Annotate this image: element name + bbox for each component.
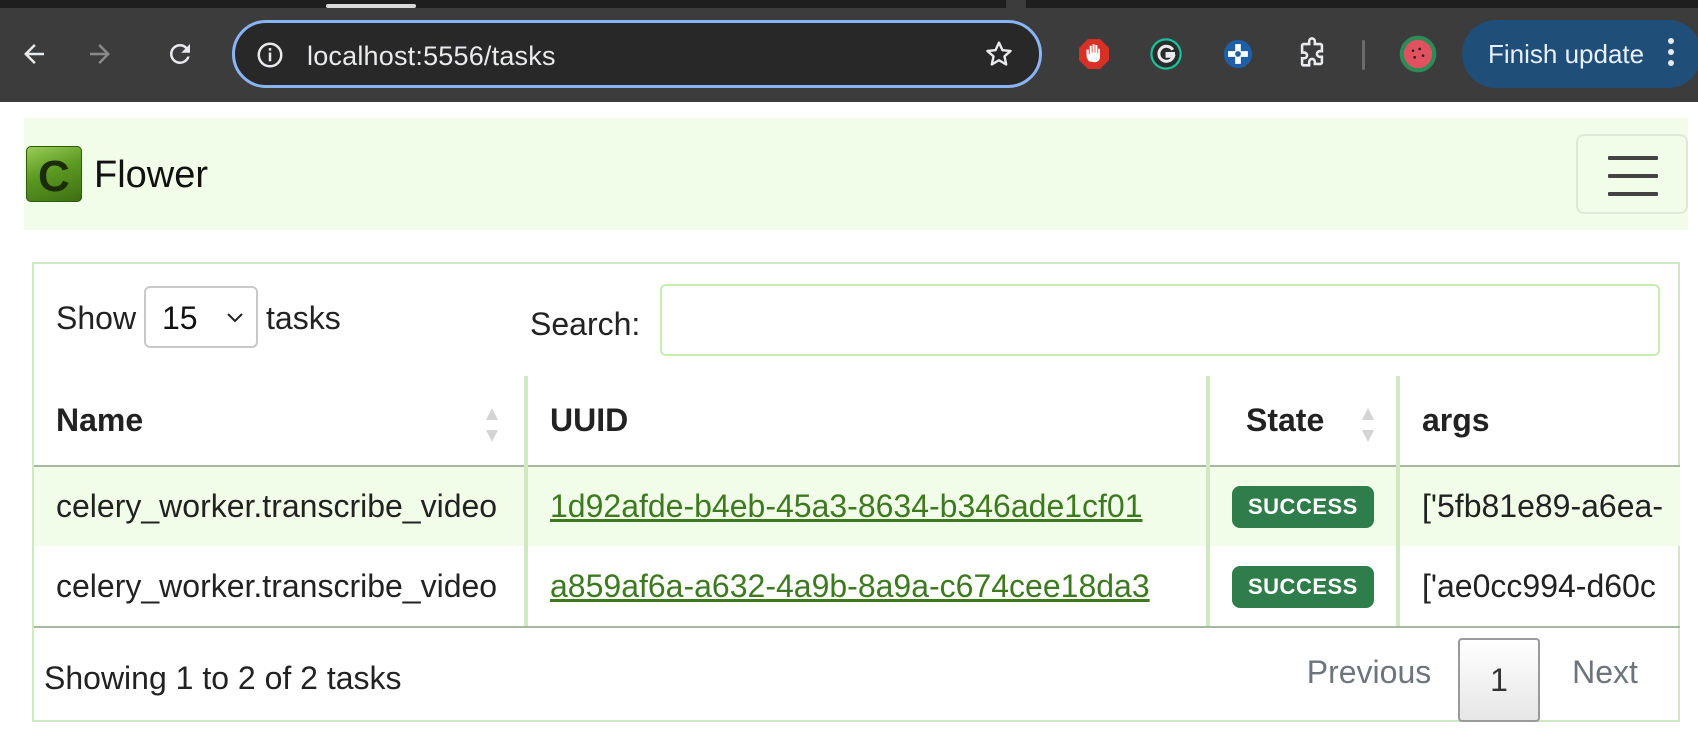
next-page-button[interactable]: Next: [1550, 632, 1660, 712]
task-uuid-link[interactable]: 1d92afde-b4eb-45a3-8634-b346ade1cf01: [550, 488, 1143, 524]
active-tab-indicator: [326, 4, 416, 8]
adblock-extension-icon[interactable]: [1070, 30, 1118, 78]
profile-avatar-icon[interactable]: [1394, 30, 1442, 78]
table-header-row: Name UUID State args: [34, 376, 1680, 467]
back-arrow-icon: [24, 44, 44, 64]
browser-menu-icon[interactable]: [1668, 38, 1678, 72]
navbar-toggle-button[interactable]: [1576, 134, 1688, 214]
chevron-down-icon: [227, 313, 243, 323]
extensions-puzzle-icon[interactable]: [1288, 30, 1336, 78]
table-bottom-border: [34, 626, 1680, 628]
task-name: celery_worker.transcribe_video: [56, 567, 498, 604]
task-args: ['ae0cc994-d60c: [1396, 546, 1680, 626]
address-bar[interactable]: localhost:5556/tasks: [232, 20, 1042, 88]
forward-button[interactable]: [76, 30, 124, 78]
task-name: celery_worker.transcribe_video: [34, 466, 526, 546]
column-header-uuid[interactable]: UUID: [524, 376, 1208, 467]
tab-strip: [0, 0, 1698, 8]
column-header-name[interactable]: Name: [34, 376, 526, 467]
forward-arrow-icon: [90, 44, 110, 64]
page-size-select[interactable]: 15: [144, 286, 258, 348]
navbar: C Flower: [24, 118, 1688, 230]
reload-button[interactable]: [156, 30, 204, 78]
hamburger-icon: [1608, 156, 1658, 160]
status-badge: SUCCESS: [1232, 486, 1374, 528]
tasks-table: Name UUID State args celery_worker.trans…: [34, 376, 1680, 626]
column-header-args[interactable]: args: [1396, 376, 1680, 467]
page-1-button[interactable]: 1: [1458, 638, 1540, 722]
brand-name[interactable]: Flower: [94, 154, 208, 197]
flower-logo-icon[interactable]: C: [26, 146, 82, 202]
sort-icon: [486, 408, 498, 442]
bookmark-star-icon[interactable]: [983, 38, 1015, 70]
page-size-value: 15: [162, 300, 198, 336]
toolbar-separator: [1362, 40, 1365, 70]
back-button[interactable]: [10, 30, 58, 78]
site-info-icon[interactable]: [255, 40, 285, 70]
url-text[interactable]: localhost:5556/tasks: [307, 41, 556, 72]
reload-icon: [170, 44, 190, 64]
finish-update-button[interactable]: Finish update: [1462, 20, 1698, 88]
table-info: Showing 1 to 2 of 2 tasks: [44, 660, 402, 696]
search-input[interactable]: [660, 284, 1660, 356]
task-uuid-link[interactable]: a859af6a-a632-4a9b-8a9a-c674cee18da3: [550, 568, 1150, 604]
tasks-table-container: Show 15 tasks Search: Name UUID State ar…: [32, 262, 1680, 722]
sort-icon: [1362, 408, 1374, 442]
table-row[interactable]: celery_worker.transcribe_video a859af6a-…: [34, 546, 1680, 626]
show-label: Show: [56, 300, 137, 336]
tasks-label: tasks: [266, 300, 341, 336]
task-args: ['5fb81e89-a6ea-: [1396, 466, 1680, 546]
table-row[interactable]: celery_worker.transcribe_video 1d92afde-…: [34, 466, 1680, 546]
tool-extension-icon[interactable]: [1214, 30, 1262, 78]
grammarly-extension-icon[interactable]: [1142, 30, 1190, 78]
browser-toolbar: localhost:5556/tasks Finish update: [0, 0, 1698, 102]
column-header-state[interactable]: State: [1206, 376, 1398, 467]
previous-page-button[interactable]: Previous: [1284, 632, 1454, 712]
search-label: Search:: [530, 306, 641, 342]
status-badge: SUCCESS: [1232, 565, 1374, 608]
